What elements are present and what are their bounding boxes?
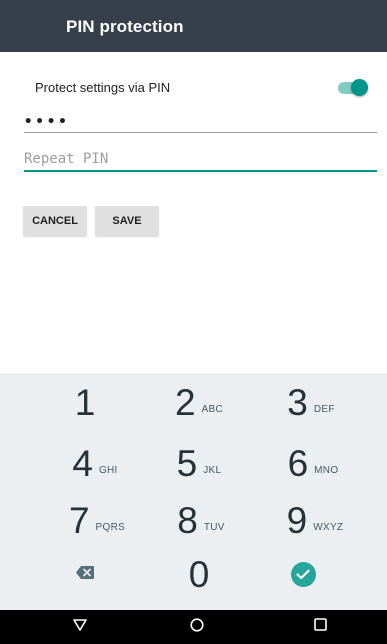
key-letters: WXYZ — [313, 522, 344, 533]
back-triangle-icon — [73, 618, 87, 636]
key-8[interactable]: 8 TUV — [146, 493, 256, 548]
back-button[interactable] — [50, 610, 110, 644]
key-letters: TUV — [203, 522, 225, 533]
key-number: 2 — [174, 381, 196, 423]
page-title: PIN protection — [66, 17, 184, 36]
pin-field[interactable]: •••• — [24, 113, 377, 133]
key-0[interactable]: 0 — [144, 547, 254, 602]
repeat-pin-underline — [24, 170, 377, 172]
save-button[interactable]: SAVE — [95, 206, 159, 236]
key-6[interactable]: 6 MNO — [258, 436, 368, 491]
key-letters: ABC — [201, 404, 224, 415]
done-key[interactable] — [248, 547, 358, 602]
key-number: 7 — [68, 499, 90, 541]
key-letters: DEF — [313, 404, 335, 415]
home-circle-icon — [190, 617, 204, 637]
key-number: 0 — [188, 553, 210, 595]
cancel-button[interactable]: CANCEL — [23, 206, 87, 236]
backspace-icon — [76, 565, 94, 584]
switch-thumb — [351, 79, 368, 96]
key-letters: GHI — [98, 465, 118, 476]
recents-square-icon — [313, 618, 327, 636]
recents-button[interactable] — [290, 610, 350, 644]
key-number: 4 — [72, 442, 93, 484]
app-bar: PIN protection — [0, 0, 387, 52]
navigation-bar — [0, 610, 387, 644]
key-letters: PQRS — [95, 522, 126, 533]
protect-switch[interactable] — [338, 79, 368, 96]
key-9[interactable]: 9 WXYZ — [260, 493, 370, 548]
repeat-pin-input[interactable] — [24, 151, 377, 167]
key-number: 5 — [176, 442, 198, 484]
protect-toggle-label: Protect settings via PIN — [35, 80, 171, 95]
key-letters: JKL — [203, 465, 222, 476]
key-1[interactable]: 1 — [30, 375, 140, 430]
key-7[interactable]: 7 PQRS — [42, 493, 152, 548]
key-number: 9 — [286, 499, 308, 541]
repeat-pin-field[interactable] — [24, 150, 377, 172]
key-number: 6 — [287, 442, 309, 484]
check-icon — [290, 562, 316, 587]
key-4[interactable]: 4 GHI — [40, 436, 150, 491]
key-number: 1 — [74, 381, 96, 423]
key-number: 3 — [287, 381, 308, 423]
home-button[interactable] — [167, 610, 227, 644]
key-2[interactable]: 2 ABC — [144, 375, 254, 430]
pin-value: •••• — [24, 114, 70, 130]
key-3[interactable]: 3 DEF — [256, 375, 366, 430]
numeric-keyboard: 1 2 ABC 3 DEF 4 GHI 5 JKL 6 MNO 7 PQRS 8… — [0, 373, 387, 610]
pin-field-underline — [24, 132, 377, 133]
key-5[interactable]: 5 JKL — [144, 436, 254, 491]
key-letters: MNO — [314, 465, 339, 476]
key-number: 8 — [177, 499, 198, 541]
backspace-key[interactable] — [30, 547, 140, 602]
